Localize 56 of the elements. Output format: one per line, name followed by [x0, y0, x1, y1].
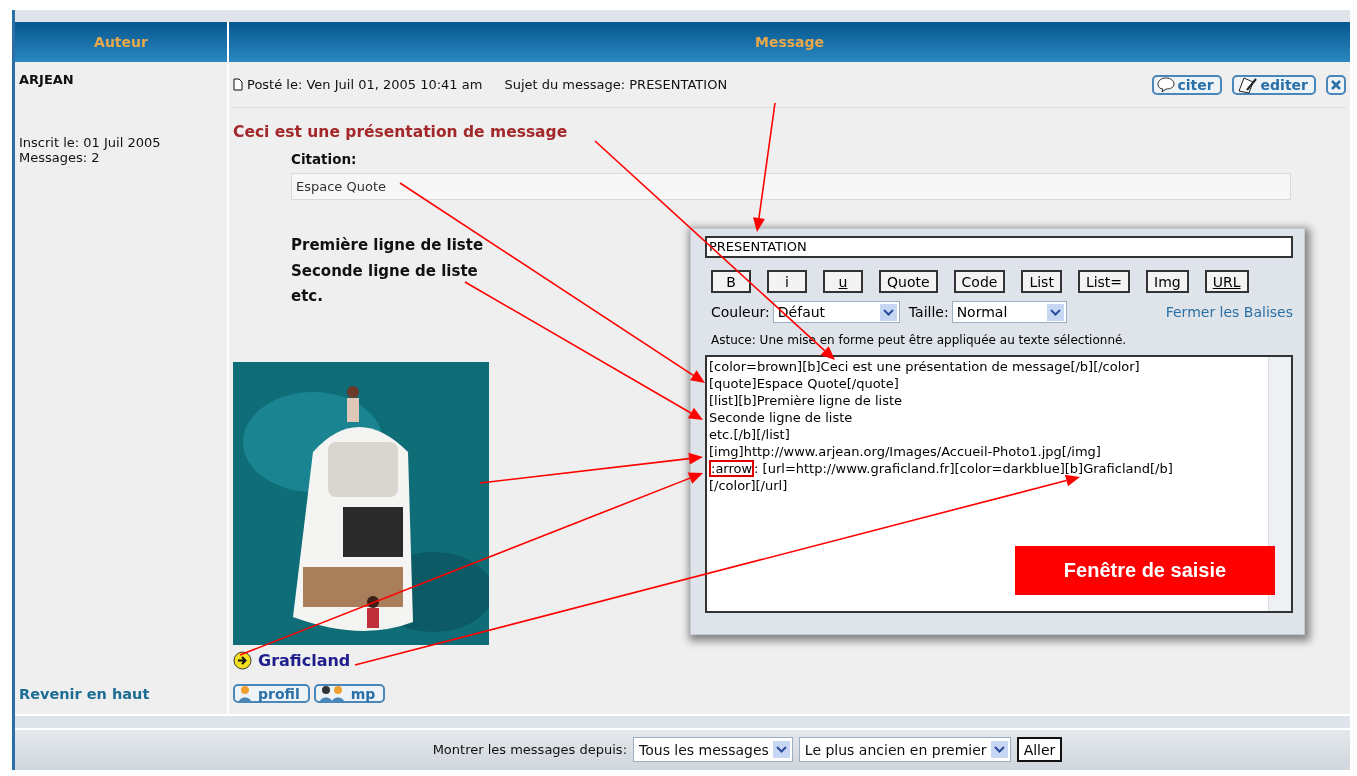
join-date: Inscrit le: 01 Juil 2005: [19, 135, 162, 150]
column-header: Message: [229, 22, 1350, 62]
bbcode-line: etc.[/b][/list]: [709, 426, 791, 443]
bbcode-line: [color=brown][b]Ceci est une présentation de message[/b][/color]: [709, 358, 1141, 375]
bbcode-line: Seconde ligne de liste: [709, 409, 854, 426]
arrow-circle-icon: [233, 650, 252, 670]
close-tags-link[interactable]: Fermer les Balises: [1165, 304, 1293, 320]
format-button[interactable]: Quote: [879, 270, 938, 293]
bbcode-line: [/color][/url]: [709, 477, 789, 494]
list-item: Première ligne de liste: [291, 235, 484, 256]
format-button[interactable]: List: [1021, 270, 1062, 293]
list-item: etc.: [291, 286, 323, 307]
format-button[interactable]: List=: [1077, 270, 1131, 293]
document-icon: [233, 78, 243, 91]
subject-field[interactable]: PRESENTATION: [705, 236, 1293, 258]
message-button[interactable]: mp: [313, 684, 386, 703]
tip-text: Astuce: Une mise en forme peut être appliquée au texte sélectionné.: [710, 333, 1128, 347]
cite-button[interactable]: citer: [1152, 74, 1222, 95]
post-date: Posté le: Ven Juil 01, 2005 10:41 am: [247, 77, 483, 92]
profile-button[interactable]: profil: [233, 684, 310, 703]
caption-label: Fenêtre de saisie: [1015, 546, 1275, 595]
bbcode-line: : [url=http://www.graficland.fr][color=darkblue][b]Graficland[/b]: [754, 461, 1173, 476]
quote-label: Citation:: [291, 151, 358, 167]
size-dropdown[interactable]: Normal: [951, 301, 1067, 323]
quote-box: Espace Quote: [291, 173, 1291, 200]
format-button[interactable]: Img: [1146, 270, 1189, 293]
go-button[interactable]: Aller: [1016, 737, 1063, 762]
link[interactable]: Graficland: [258, 650, 351, 670]
filter-label: Montrer les messages depuis:: [432, 742, 627, 757]
format-button[interactable]: URL: [1204, 270, 1249, 293]
post-count: Messages: 2: [19, 150, 101, 165]
close-icon: [1330, 78, 1342, 91]
bbcode-line: [img]http://www.arjean.org/Images/Accueil-Photo1.jpg[/img]: [709, 443, 1102, 460]
edit-button[interactable]: editer: [1231, 74, 1316, 95]
message-textarea[interactable]: [705, 355, 1293, 613]
column-header: Auteur: [15, 22, 227, 62]
pencil-paper-icon: [1236, 75, 1259, 94]
speech-bubble-icon: [1157, 76, 1176, 93]
author-name: ARJEAN: [19, 72, 75, 87]
person-icon: [238, 684, 252, 703]
sort-dropdown[interactable]: Le plus ancien en premier: [798, 737, 1011, 762]
delete-button[interactable]: [1326, 74, 1346, 95]
format-button[interactable]: i: [767, 270, 807, 293]
color-label: Couleur:: [711, 304, 770, 320]
highlight-box: :arrow: [709, 460, 755, 477]
bbcode-line: [list][b]Première ligne de liste: [709, 392, 904, 409]
size-label: Taille:: [908, 304, 949, 320]
format-button[interactable]: u: [823, 270, 863, 293]
list-item: Seconde ligne de liste: [291, 260, 478, 282]
message-heading: Ceci est une présentation de message: [233, 123, 569, 141]
sort-dropdown[interactable]: Tous les messages: [633, 737, 793, 762]
two-people-icon: [318, 684, 345, 703]
bbcode-line: [quote]Espace Quote[/quote]: [709, 375, 900, 392]
format-button[interactable]: Code: [953, 270, 1006, 293]
post-subject: Sujet du message: PRESENTATION: [504, 77, 728, 92]
format-button[interactable]: B: [711, 270, 751, 293]
